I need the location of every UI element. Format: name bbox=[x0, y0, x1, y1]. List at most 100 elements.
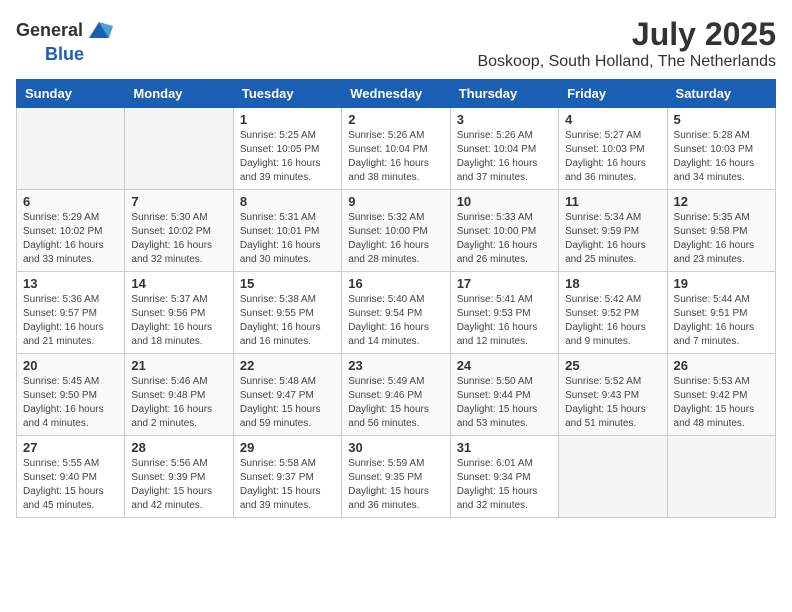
calendar-cell: 11Sunrise: 5:34 AM Sunset: 9:59 PM Dayli… bbox=[559, 190, 667, 272]
day-info: Sunrise: 5:29 AM Sunset: 10:02 PM Daylig… bbox=[23, 211, 118, 267]
calendar-cell: 5Sunrise: 5:28 AM Sunset: 10:03 PM Dayli… bbox=[667, 108, 775, 190]
day-info: Sunrise: 5:50 AM Sunset: 9:44 PM Dayligh… bbox=[457, 375, 552, 431]
day-info: Sunrise: 5:52 AM Sunset: 9:43 PM Dayligh… bbox=[565, 375, 660, 431]
calendar-cell: 16 Sunrise: 5:40 AM Sunset: 9:54 PM Dayli… bbox=[342, 272, 450, 354]
day-number: 8 bbox=[240, 194, 335, 209]
day-info: Sunrise: 5:38 AM Sunset: 9:55 PM Dayligh… bbox=[240, 293, 335, 349]
day-of-week-header: Monday bbox=[125, 80, 233, 108]
day-number: 28 bbox=[131, 440, 226, 455]
calendar-cell: 13 Sunrise: 5:36 AM Sunset: 9:57 PM Dayli… bbox=[17, 272, 125, 354]
day-info: Sunrise: 5:26 AM Sunset: 10:04 PM Daylig… bbox=[348, 129, 443, 185]
calendar-table: SundayMondayTuesdayWednesdayThursdayFrid… bbox=[16, 79, 776, 518]
day-info: Sunrise: 5:36 AM Sunset: 9:57 PM Dayligh… bbox=[23, 293, 118, 349]
day-number: 30 bbox=[348, 440, 443, 455]
day-info: Sunrise: 5:48 AM Sunset: 9:47 PM Dayligh… bbox=[240, 375, 335, 431]
day-number: 15 bbox=[240, 276, 335, 291]
calendar-cell: 1Sunrise: 5:25 AM Sunset: 10:05 PM Dayli… bbox=[233, 108, 341, 190]
day-info: Sunrise: 5:59 AM Sunset: 9:35 PM Dayligh… bbox=[348, 457, 443, 513]
day-number: 27 bbox=[23, 440, 118, 455]
day-info: Sunrise: 5:31 AM Sunset: 10:01 PM Daylig… bbox=[240, 211, 335, 267]
day-number: 6 bbox=[23, 194, 118, 209]
calendar-cell bbox=[125, 108, 233, 190]
day-number: 21 bbox=[131, 358, 226, 373]
calendar-cell: 17Sunrise: 5:41 AM Sunset: 9:53 PM Dayli… bbox=[450, 272, 558, 354]
calendar-cell: 15 Sunrise: 5:38 AM Sunset: 9:55 PM Dayli… bbox=[233, 272, 341, 354]
calendar-cell: 2 Sunrise: 5:26 AM Sunset: 10:04 PM Dayli… bbox=[342, 108, 450, 190]
day-number: 26 bbox=[674, 358, 769, 373]
day-info: Sunrise: 5:56 AM Sunset: 9:39 PM Dayligh… bbox=[131, 457, 226, 513]
day-info: Sunrise: 5:41 AM Sunset: 9:53 PM Dayligh… bbox=[457, 293, 552, 349]
calendar-cell: 22 Sunrise: 5:48 AM Sunset: 9:47 PM Dayli… bbox=[233, 354, 341, 436]
day-of-week-header: Tuesday bbox=[233, 80, 341, 108]
calendar-cell bbox=[559, 436, 667, 518]
day-info: Sunrise: 5:46 AM Sunset: 9:48 PM Dayligh… bbox=[131, 375, 226, 431]
day-number: 19 bbox=[674, 276, 769, 291]
calendar-cell: 27 Sunrise: 5:55 AM Sunset: 9:40 PM Dayli… bbox=[17, 436, 125, 518]
day-number: 20 bbox=[23, 358, 118, 373]
day-of-week-header: Wednesday bbox=[342, 80, 450, 108]
calendar-cell: 29 Sunrise: 5:58 AM Sunset: 9:37 PM Dayli… bbox=[233, 436, 341, 518]
calendar-cell: 30 Sunrise: 5:59 AM Sunset: 9:35 PM Dayli… bbox=[342, 436, 450, 518]
calendar-header-row: SundayMondayTuesdayWednesdayThursdayFrid… bbox=[17, 80, 776, 108]
location-title: Boskoop, South Holland, The Netherlands bbox=[477, 53, 776, 71]
calendar-cell: 12Sunrise: 5:35 AM Sunset: 9:58 PM Dayli… bbox=[667, 190, 775, 272]
calendar-week-row: 20 Sunrise: 5:45 AM Sunset: 9:50 PM Dayli… bbox=[17, 354, 776, 436]
calendar-cell: 10 Sunrise: 5:33 AM Sunset: 10:00 PM Dayl… bbox=[450, 190, 558, 272]
day-of-week-header: Saturday bbox=[667, 80, 775, 108]
day-number: 16 bbox=[348, 276, 443, 291]
day-info: Sunrise: 5:49 AM Sunset: 9:46 PM Dayligh… bbox=[348, 375, 443, 431]
day-number: 2 bbox=[348, 112, 443, 127]
calendar-cell: 28 Sunrise: 5:56 AM Sunset: 9:39 PM Dayli… bbox=[125, 436, 233, 518]
day-of-week-header: Friday bbox=[559, 80, 667, 108]
day-info: Sunrise: 5:58 AM Sunset: 9:37 PM Dayligh… bbox=[240, 457, 335, 513]
calendar-cell: 20 Sunrise: 5:45 AM Sunset: 9:50 PM Dayli… bbox=[17, 354, 125, 436]
day-info: Sunrise: 5:45 AM Sunset: 9:50 PM Dayligh… bbox=[23, 375, 118, 431]
day-number: 10 bbox=[457, 194, 552, 209]
day-number: 9 bbox=[348, 194, 443, 209]
logo-blue: Blue bbox=[45, 44, 84, 65]
page-header: General Blue July 2025 Boskoop, South Ho… bbox=[16, 16, 776, 71]
day-info: Sunrise: 5:27 AM Sunset: 10:03 PM Daylig… bbox=[565, 129, 660, 185]
calendar-cell: 21 Sunrise: 5:46 AM Sunset: 9:48 PM Dayli… bbox=[125, 354, 233, 436]
calendar-cell: 26 Sunrise: 5:53 AM Sunset: 9:42 PM Dayli… bbox=[667, 354, 775, 436]
day-number: 23 bbox=[348, 358, 443, 373]
day-number: 4 bbox=[565, 112, 660, 127]
calendar-cell: 14 Sunrise: 5:37 AM Sunset: 9:56 PM Dayli… bbox=[125, 272, 233, 354]
day-info: Sunrise: 5:26 AM Sunset: 10:04 PM Daylig… bbox=[457, 129, 552, 185]
calendar-cell: 7Sunrise: 5:30 AM Sunset: 10:02 PM Dayli… bbox=[125, 190, 233, 272]
calendar-week-row: 27 Sunrise: 5:55 AM Sunset: 9:40 PM Dayli… bbox=[17, 436, 776, 518]
day-info: Sunrise: 5:35 AM Sunset: 9:58 PM Dayligh… bbox=[674, 211, 769, 267]
day-info: Sunrise: 5:40 AM Sunset: 9:54 PM Dayligh… bbox=[348, 293, 443, 349]
day-number: 18 bbox=[565, 276, 660, 291]
calendar-cell bbox=[667, 436, 775, 518]
day-info: Sunrise: 5:32 AM Sunset: 10:00 PM Daylig… bbox=[348, 211, 443, 267]
calendar-cell: 19Sunrise: 5:44 AM Sunset: 9:51 PM Dayli… bbox=[667, 272, 775, 354]
day-number: 31 bbox=[457, 440, 552, 455]
day-info: Sunrise: 5:55 AM Sunset: 9:40 PM Dayligh… bbox=[23, 457, 118, 513]
calendar-cell: 23 Sunrise: 5:49 AM Sunset: 9:46 PM Dayli… bbox=[342, 354, 450, 436]
calendar-cell bbox=[17, 108, 125, 190]
day-info: Sunrise: 5:33 AM Sunset: 10:00 PM Daylig… bbox=[457, 211, 552, 267]
day-number: 29 bbox=[240, 440, 335, 455]
calendar-cell: 9 Sunrise: 5:32 AM Sunset: 10:00 PM Dayli… bbox=[342, 190, 450, 272]
day-info: Sunrise: 5:37 AM Sunset: 9:56 PM Dayligh… bbox=[131, 293, 226, 349]
day-number: 14 bbox=[131, 276, 226, 291]
day-number: 22 bbox=[240, 358, 335, 373]
day-number: 3 bbox=[457, 112, 552, 127]
calendar-cell: 25Sunrise: 5:52 AM Sunset: 9:43 PM Dayli… bbox=[559, 354, 667, 436]
calendar-cell: 8 Sunrise: 5:31 AM Sunset: 10:01 PM Dayli… bbox=[233, 190, 341, 272]
day-of-week-header: Sunday bbox=[17, 80, 125, 108]
logo-icon bbox=[85, 16, 113, 44]
day-of-week-header: Thursday bbox=[450, 80, 558, 108]
day-info: Sunrise: 5:42 AM Sunset: 9:52 PM Dayligh… bbox=[565, 293, 660, 349]
calendar-cell: 3 Sunrise: 5:26 AM Sunset: 10:04 PM Dayli… bbox=[450, 108, 558, 190]
day-info: Sunrise: 5:53 AM Sunset: 9:42 PM Dayligh… bbox=[674, 375, 769, 431]
month-title: July 2025 bbox=[477, 16, 776, 53]
calendar-week-row: 1Sunrise: 5:25 AM Sunset: 10:05 PM Dayli… bbox=[17, 108, 776, 190]
calendar-cell: 24Sunrise: 5:50 AM Sunset: 9:44 PM Dayli… bbox=[450, 354, 558, 436]
day-number: 7 bbox=[131, 194, 226, 209]
day-info: Sunrise: 6:01 AM Sunset: 9:34 PM Dayligh… bbox=[457, 457, 552, 513]
day-number: 13 bbox=[23, 276, 118, 291]
calendar-cell: 4 Sunrise: 5:27 AM Sunset: 10:03 PM Dayli… bbox=[559, 108, 667, 190]
day-info: Sunrise: 5:34 AM Sunset: 9:59 PM Dayligh… bbox=[565, 211, 660, 267]
